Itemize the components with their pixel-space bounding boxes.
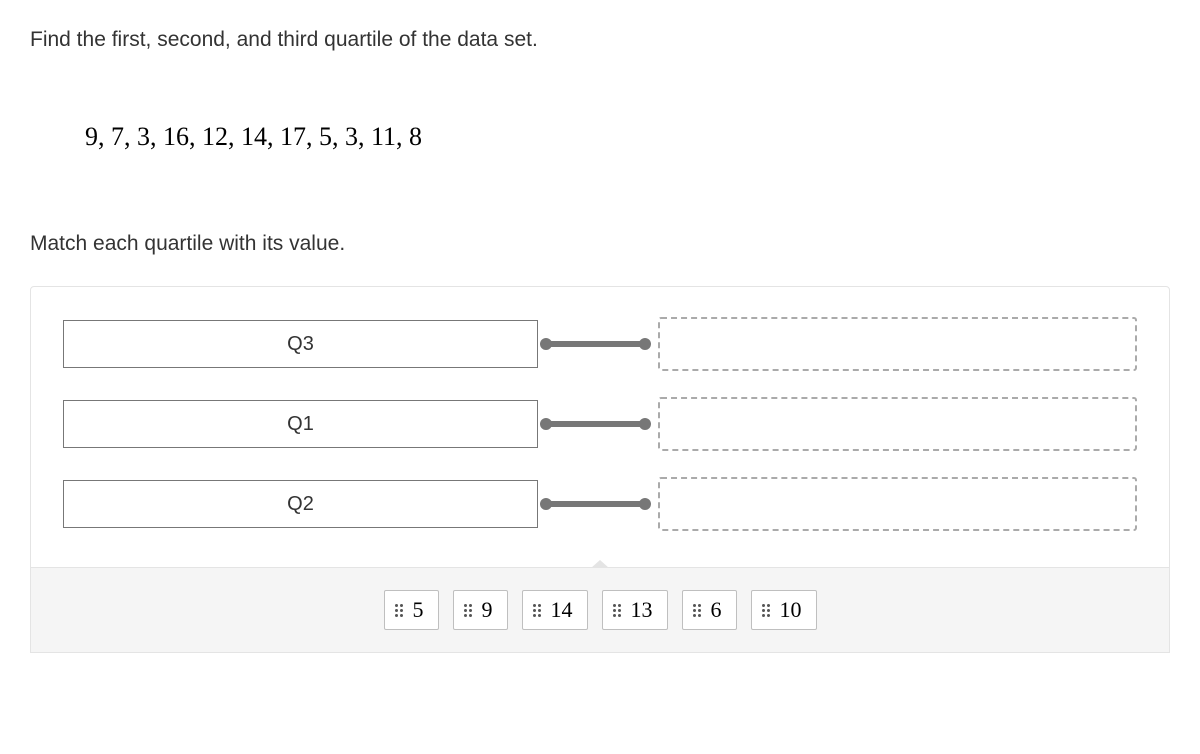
dataset-values: 9, 7, 3, 16, 12, 14, 17, 5, 3, 11, 8 <box>85 122 1170 152</box>
drag-grip-icon <box>613 604 621 617</box>
choice-chip[interactable]: 6 <box>682 590 737 630</box>
match-row: Q2 <box>63 477 1137 531</box>
matching-panel: Q3 Q1 Q2 <box>30 286 1170 568</box>
choice-value: 5 <box>413 597 424 623</box>
choice-value: 13 <box>631 597 653 623</box>
drag-grip-icon <box>533 604 541 617</box>
drop-zone-q3[interactable] <box>658 317 1137 371</box>
question-container: Find the first, second, and third quarti… <box>0 0 1200 653</box>
choice-value: 14 <box>551 597 573 623</box>
connector-line <box>543 501 648 507</box>
choice-value: 6 <box>711 597 722 623</box>
match-row: Q3 <box>63 317 1137 371</box>
drag-grip-icon <box>464 604 472 617</box>
quartile-label-q3: Q3 <box>63 320 538 368</box>
choices-bar: 5 9 14 13 6 10 <box>30 568 1170 653</box>
connector-line <box>543 421 648 427</box>
choice-value: 10 <box>780 597 802 623</box>
drag-grip-icon <box>762 604 770 617</box>
choice-chip[interactable]: 9 <box>453 590 508 630</box>
drop-zone-q2[interactable] <box>658 477 1137 531</box>
quartile-label-q1: Q1 <box>63 400 538 448</box>
choice-chip[interactable]: 13 <box>602 590 668 630</box>
choice-chip[interactable]: 14 <box>522 590 588 630</box>
quartile-label-q2: Q2 <box>63 480 538 528</box>
match-row: Q1 <box>63 397 1137 451</box>
question-prompt: Find the first, second, and third quarti… <box>30 28 1170 52</box>
choice-chip[interactable]: 5 <box>384 590 439 630</box>
connector-line <box>543 341 648 347</box>
drop-zone-q1[interactable] <box>658 397 1137 451</box>
choice-chip[interactable]: 10 <box>751 590 817 630</box>
choice-value: 9 <box>482 597 493 623</box>
drag-grip-icon <box>693 604 701 617</box>
match-instruction: Match each quartile with its value. <box>30 232 1170 256</box>
drag-grip-icon <box>395 604 403 617</box>
